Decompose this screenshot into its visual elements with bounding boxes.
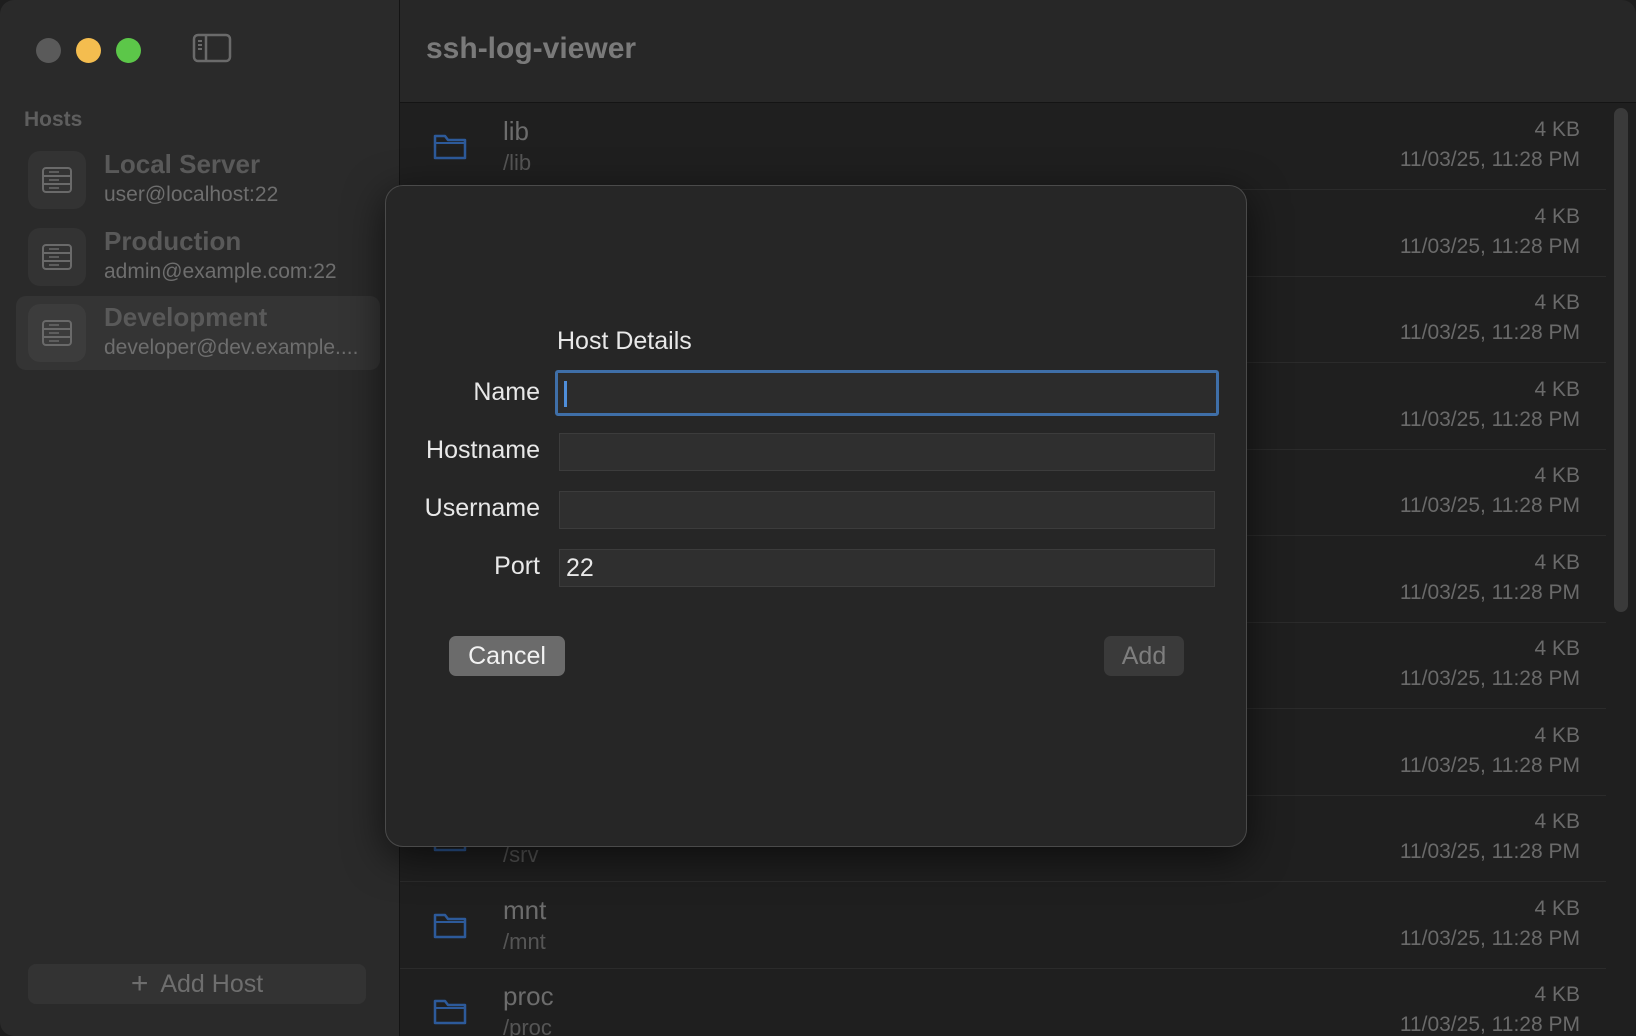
file-size: 4 KB bbox=[1534, 118, 1580, 141]
host-name: Local Server bbox=[104, 149, 261, 179]
file-size: 4 KB bbox=[1534, 983, 1580, 1006]
port-field[interactable]: 22 bbox=[559, 549, 1215, 587]
username-field[interactable] bbox=[559, 491, 1215, 529]
file-row[interactable]: lib/lib 4 KB 11/03/25, 11:28 PM bbox=[400, 104, 1606, 190]
file-date: 11/03/25, 11:28 PM bbox=[1399, 753, 1580, 777]
file-date: 11/03/25, 11:28 PM bbox=[1399, 1013, 1580, 1036]
folder-icon bbox=[432, 909, 468, 941]
file-size: 4 KB bbox=[1534, 464, 1580, 487]
file-name: lib bbox=[503, 116, 530, 146]
file-date: 11/03/25, 11:28 PM bbox=[1399, 667, 1580, 690]
file-date: 11/03/25, 11:28 PM bbox=[1399, 407, 1580, 431]
file-path: /proc bbox=[503, 1015, 552, 1036]
username-label: Username bbox=[424, 494, 540, 522]
hostname-field[interactable] bbox=[559, 433, 1215, 471]
cancel-button[interactable]: Cancel bbox=[449, 636, 565, 676]
file-size: 4 KB bbox=[1534, 377, 1580, 401]
add-host-button[interactable]: + Add Host bbox=[28, 964, 366, 1004]
section-title: Host Details bbox=[557, 327, 692, 355]
host-name: Development bbox=[104, 302, 268, 332]
server-icon bbox=[28, 304, 86, 362]
file-name: proc bbox=[503, 981, 554, 1011]
folder-icon bbox=[432, 995, 468, 1027]
file-size: 4 KB bbox=[1534, 550, 1580, 574]
file-size: 4 KB bbox=[1534, 291, 1580, 314]
sidebar-heading: Hosts bbox=[24, 108, 83, 131]
sidebar-toggle-icon[interactable] bbox=[192, 32, 232, 64]
file-row[interactable]: mnt/mnt 4 KB 11/03/25, 11:28 PM bbox=[400, 883, 1606, 969]
app-window: Hosts Local Server user@localhost:22 Pro… bbox=[0, 0, 1636, 1036]
file-date: 11/03/25, 11:28 PM bbox=[1399, 926, 1580, 950]
file-date: 11/03/25, 11:28 PM bbox=[1399, 321, 1580, 344]
hostname-label: Hostname bbox=[426, 436, 540, 464]
host-item-production[interactable]: Production admin@example.com:22 bbox=[16, 220, 380, 294]
file-size: 4 KB bbox=[1534, 810, 1580, 833]
host-address: developer@dev.example.... bbox=[104, 336, 359, 359]
window-title: ssh-log-viewer bbox=[426, 32, 637, 65]
file-size: 4 KB bbox=[1534, 204, 1580, 228]
file-size: 4 KB bbox=[1534, 896, 1580, 920]
file-name: mnt bbox=[503, 894, 547, 925]
host-item-development[interactable]: Development developer@dev.example.... bbox=[16, 296, 380, 370]
file-date: 11/03/25, 11:28 PM bbox=[1399, 494, 1580, 517]
close-window-button[interactable] bbox=[36, 38, 61, 63]
file-date: 11/03/25, 11:28 PM bbox=[1399, 840, 1580, 863]
server-icon bbox=[28, 151, 86, 209]
file-date: 11/03/25, 11:28 PM bbox=[1399, 148, 1580, 171]
file-size: 4 KB bbox=[1534, 723, 1580, 747]
add-host-label: Add Host bbox=[160, 969, 264, 998]
sidebar: Hosts Local Server user@localhost:22 Pro… bbox=[0, 0, 400, 1036]
host-item-local-server[interactable]: Local Server user@localhost:22 bbox=[16, 143, 380, 217]
port-label: Port bbox=[494, 552, 540, 580]
plus-icon: + bbox=[130, 967, 149, 1000]
name-field[interactable] bbox=[555, 370, 1219, 416]
file-size: 4 KB bbox=[1534, 637, 1580, 660]
file-path: /mnt bbox=[503, 928, 546, 954]
file-date: 11/03/25, 11:28 PM bbox=[1399, 580, 1580, 604]
text-caret bbox=[564, 381, 567, 407]
minimize-window-button[interactable] bbox=[76, 38, 101, 63]
titlebar: ssh-log-viewer bbox=[400, 0, 1636, 103]
server-icon bbox=[28, 228, 86, 286]
file-path: /lib bbox=[503, 150, 532, 175]
file-date: 11/03/25, 11:28 PM bbox=[1399, 234, 1580, 258]
host-name: Production bbox=[104, 226, 242, 256]
maximize-window-button[interactable] bbox=[116, 38, 141, 63]
host-address: user@localhost:22 bbox=[104, 183, 279, 206]
add-host-dialog: Host Details Name Hostname Username Port… bbox=[385, 185, 1247, 847]
name-label: Name bbox=[473, 378, 540, 406]
window-controls bbox=[36, 38, 141, 63]
scrollbar[interactable] bbox=[1614, 108, 1628, 612]
host-address: admin@example.com:22 bbox=[104, 260, 337, 283]
folder-icon bbox=[432, 130, 468, 162]
file-row[interactable]: proc/proc 4 KB 11/03/25, 11:28 PM bbox=[400, 969, 1606, 1036]
add-button[interactable]: Add bbox=[1104, 636, 1184, 676]
